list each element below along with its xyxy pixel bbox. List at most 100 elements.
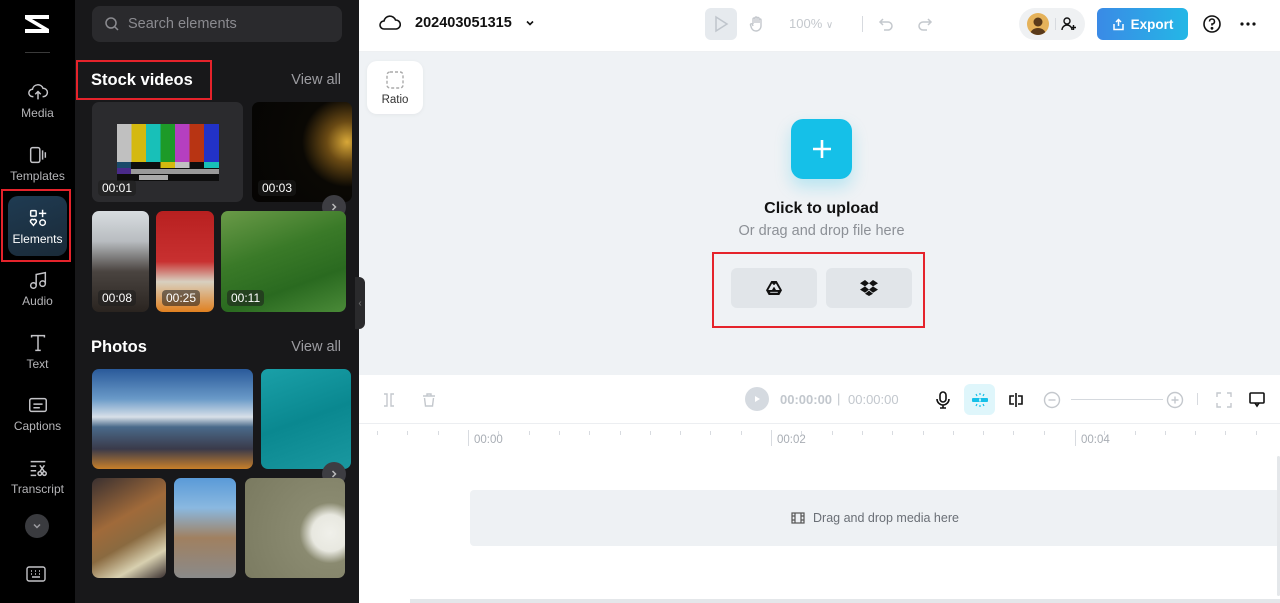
stock-videos-title: Stock videos (91, 71, 193, 89)
photo-thumb[interactable] (92, 369, 253, 469)
timeline-horizontal-scrollbar[interactable] (410, 599, 1280, 603)
preview-toggle-button[interactable] (1245, 388, 1269, 412)
redo-icon (918, 18, 933, 31)
delete-button[interactable] (417, 388, 441, 412)
zoom-in-button[interactable] (1163, 388, 1187, 412)
undo-icon (878, 18, 893, 31)
ruler-major-tick (771, 430, 772, 446)
export-button[interactable]: Export (1097, 8, 1188, 40)
google-drive-button[interactable] (731, 268, 817, 308)
redo-button[interactable] (909, 8, 941, 40)
stock-video-thumb[interactable]: 00:03 (252, 102, 352, 202)
dropbox-button[interactable] (826, 268, 912, 308)
rail-more-button[interactable] (25, 514, 49, 538)
timeline-track-area: Drag and drop media here (359, 455, 1280, 603)
chevron-down-icon (526, 20, 534, 26)
video-duration: 00:11 (227, 290, 265, 306)
timeline-zoom-slider[interactable] (1071, 399, 1163, 400)
auto-snap-toggle[interactable] (964, 384, 995, 415)
ruler-minor-tick (1195, 431, 1196, 435)
select-tool-button[interactable] (705, 8, 737, 40)
hand-icon (749, 16, 762, 32)
ruler-minor-tick (498, 431, 499, 435)
ratio-label: Ratio (381, 93, 409, 106)
split-button[interactable] (377, 388, 401, 412)
search-placeholder: Search elements (128, 16, 237, 32)
stock-video-thumb[interactable]: 00:01 (92, 102, 243, 202)
zoom-out-button[interactable] (1040, 388, 1064, 412)
photo-thumb[interactable] (261, 369, 351, 469)
ruler-minor-tick (650, 431, 651, 435)
record-voice-button[interactable] (931, 388, 955, 412)
help-button[interactable] (1196, 8, 1228, 40)
toolbar-divider (1197, 393, 1198, 405)
ruler-label: 00:02 (777, 434, 806, 446)
time-separator: | (837, 391, 841, 406)
stock-videos-view-all-link[interactable]: View all (291, 72, 341, 88)
collaborators-group (1019, 8, 1085, 40)
add-user-icon[interactable] (1061, 16, 1077, 32)
plus-circle-icon (1166, 391, 1184, 409)
split-align-button[interactable] (1004, 388, 1028, 412)
elements-panel: Search elements Stock videos View all 00… (75, 0, 359, 603)
music-note-icon (29, 271, 46, 289)
timeline-ruler[interactable]: 00:00 00:02 00:04 (359, 425, 1280, 455)
ruler-minor-tick (529, 431, 530, 435)
templates-icon (29, 146, 46, 163)
ruler-minor-tick (862, 431, 863, 435)
ruler-minor-tick (1013, 431, 1014, 435)
photos-view-all-link[interactable]: View all (291, 339, 341, 355)
panel-collapse-handle[interactable]: ‹ (355, 277, 365, 329)
upload-title: Click to upload (764, 200, 879, 217)
top-bar: 202403051315 100% ∨ Export (359, 0, 1280, 52)
rail-item-text[interactable]: Text (8, 321, 67, 381)
stock-video-thumb[interactable]: 00:08 (92, 211, 149, 312)
current-time: 00:00:00 (780, 392, 833, 407)
hand-tool-button[interactable] (741, 8, 773, 40)
minus-circle-icon (1043, 391, 1061, 409)
rail-item-audio[interactable]: Audio (8, 258, 67, 318)
upload-subtitle: Or drag and drop file here (738, 223, 905, 239)
photo-thumb[interactable] (245, 478, 345, 578)
ruler-minor-tick (923, 431, 924, 435)
ratio-button[interactable]: Ratio (367, 61, 423, 114)
stock-video-thumb[interactable]: 00:25 (156, 211, 214, 312)
search-icon (105, 17, 119, 31)
ruler-minor-tick (438, 431, 439, 435)
microphone-icon (936, 391, 950, 409)
project-name-dropdown[interactable]: 202403051315 (379, 14, 550, 32)
ruler-minor-tick (1104, 431, 1105, 435)
rail-item-label: Audio (22, 293, 53, 308)
rail-item-templates[interactable]: Templates (8, 133, 67, 193)
ruler-minor-tick (1135, 431, 1136, 435)
split-icon (384, 393, 394, 407)
media-drop-zone[interactable]: Drag and drop media here (470, 490, 1280, 546)
upload-button[interactable] (791, 119, 852, 179)
captions-icon (28, 397, 47, 412)
ruler-minor-tick (892, 431, 893, 435)
rail-item-captions[interactable]: Captions (8, 383, 67, 443)
rail-item-transcript[interactable]: Transcript (8, 446, 67, 506)
chevron-down-icon (33, 523, 41, 529)
undo-button[interactable] (870, 8, 902, 40)
avatar[interactable] (1027, 13, 1049, 35)
stock-video-thumb[interactable]: 00:11 (221, 211, 346, 312)
fullscreen-icon (1216, 392, 1232, 408)
ruler-label: 00:04 (1081, 434, 1110, 446)
fullscreen-button[interactable] (1212, 388, 1236, 412)
rail-item-media[interactable]: Media (8, 70, 67, 130)
ruler-minor-tick (620, 431, 621, 435)
photo-thumb[interactable] (174, 478, 236, 578)
elements-highlight-box (1, 189, 71, 262)
rail-item-label: Transcript (11, 481, 64, 496)
zoom-level-dropdown[interactable]: 100% ∨ (789, 16, 833, 31)
play-button[interactable] (745, 387, 769, 411)
ruler-minor-tick (983, 431, 984, 435)
rail-item-label: Templates (10, 168, 65, 183)
search-input[interactable]: Search elements (92, 6, 342, 42)
ruler-minor-tick (832, 431, 833, 435)
transcript-icon (30, 460, 47, 476)
more-options-button[interactable] (1232, 8, 1264, 40)
keyboard-icon[interactable] (26, 566, 46, 582)
photo-thumb[interactable] (92, 478, 166, 578)
